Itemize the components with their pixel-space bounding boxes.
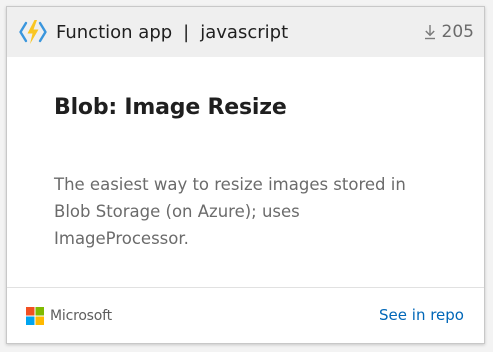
description-line: Blob Storage (on Azure); uses bbox=[54, 202, 300, 221]
card-header: Function app | javascript 205 bbox=[7, 7, 484, 57]
language-label: javascript bbox=[200, 21, 289, 43]
see-in-repo-link[interactable]: See in repo bbox=[379, 306, 464, 324]
azure-functions-icon bbox=[19, 18, 47, 46]
description-line: The easiest way to resize images stored … bbox=[54, 175, 406, 194]
microsoft-logo bbox=[26, 307, 44, 325]
footer-divider bbox=[7, 287, 484, 288]
download-count: 205 bbox=[424, 22, 474, 42]
app-type-label: Function app bbox=[56, 21, 173, 43]
download-count-value: 205 bbox=[441, 22, 474, 42]
description-line: ImageProcessor. bbox=[54, 229, 189, 248]
header-separator: | bbox=[183, 21, 190, 43]
card-description: The easiest way to resize images stored … bbox=[54, 171, 454, 252]
download-arrow-icon bbox=[424, 24, 436, 40]
card-title: Blob: Image Resize bbox=[54, 95, 287, 120]
publisher-name: Microsoft bbox=[50, 308, 112, 324]
sample-card[interactable]: Function app | javascript 205 Blob: Imag… bbox=[6, 6, 485, 344]
publisher: Microsoft bbox=[26, 307, 112, 325]
